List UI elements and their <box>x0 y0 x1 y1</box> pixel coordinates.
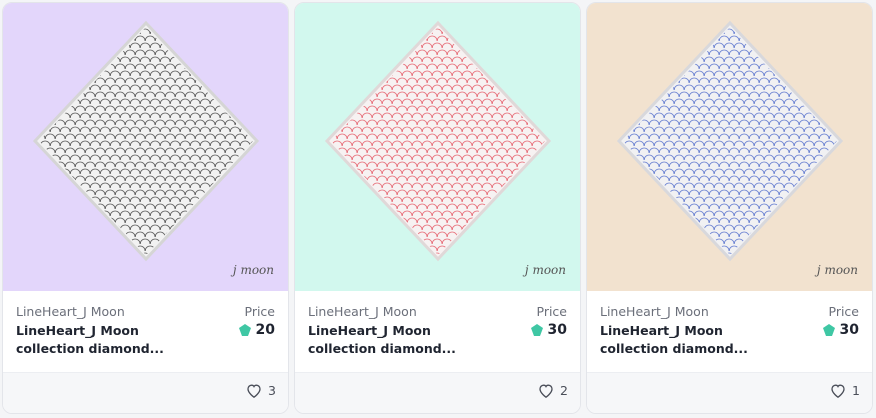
card-info: LineHeart_J Moon LineHeart_J Moon collec… <box>295 291 580 373</box>
artist-signature: j moon <box>232 263 274 277</box>
artwork-image[interactable]: j moon <box>3 3 288 291</box>
gem-icon <box>822 324 835 336</box>
like-button[interactable]: 2 <box>538 383 568 398</box>
price-amount: 30 <box>547 322 567 338</box>
card-footer: 3 <box>3 372 288 413</box>
like-button[interactable]: 3 <box>246 383 276 398</box>
heart-icon <box>831 384 845 398</box>
price-value: 30 <box>822 322 859 338</box>
nft-card[interactable]: j moon LineHeart_J Moon LineHeart_J Moon… <box>2 2 289 414</box>
price-value: 30 <box>530 322 567 338</box>
like-count: 2 <box>560 383 568 398</box>
card-footer: 1 <box>587 372 872 413</box>
nft-card[interactable]: j moon LineHeart_J Moon LineHeart_J Moon… <box>586 2 873 414</box>
price-amount: 30 <box>839 322 859 338</box>
card-info: LineHeart_J Moon LineHeart_J Moon collec… <box>3 291 288 373</box>
gem-icon <box>238 324 251 336</box>
nft-title[interactable]: LineHeart_J Moon collection diamond... <box>600 322 770 358</box>
like-count: 3 <box>268 383 276 398</box>
nft-card[interactable]: j moon LineHeart_J Moon LineHeart_J Moon… <box>294 2 581 414</box>
price-amount: 20 <box>255 322 275 338</box>
artwork-svg <box>587 3 872 291</box>
artwork-svg <box>3 3 288 291</box>
nft-card-grid: j moon LineHeart_J Moon LineHeart_J Moon… <box>0 0 876 418</box>
like-button[interactable]: 1 <box>830 383 860 398</box>
artwork-image[interactable]: j moon <box>587 3 872 291</box>
card-info: LineHeart_J Moon LineHeart_J Moon collec… <box>587 291 872 373</box>
nft-title[interactable]: LineHeart_J Moon collection diamond... <box>308 322 478 358</box>
card-footer: 2 <box>295 372 580 413</box>
nft-title[interactable]: LineHeart_J Moon collection diamond... <box>16 322 186 358</box>
creator-name[interactable]: LineHeart_J Moon <box>600 304 709 319</box>
price-value: 20 <box>238 322 275 338</box>
price-label: Price <box>828 304 860 319</box>
artist-signature: j moon <box>524 263 566 277</box>
like-count: 1 <box>852 383 860 398</box>
heart-icon <box>247 384 261 398</box>
gem-icon <box>530 324 543 336</box>
artwork-image[interactable]: j moon <box>295 3 580 291</box>
creator-name[interactable]: LineHeart_J Moon <box>16 304 125 319</box>
price-label: Price <box>244 304 276 319</box>
artwork-svg <box>295 3 580 291</box>
heart-icon <box>539 384 553 398</box>
price-label: Price <box>536 304 568 319</box>
creator-name[interactable]: LineHeart_J Moon <box>308 304 417 319</box>
artist-signature: j moon <box>816 263 858 277</box>
